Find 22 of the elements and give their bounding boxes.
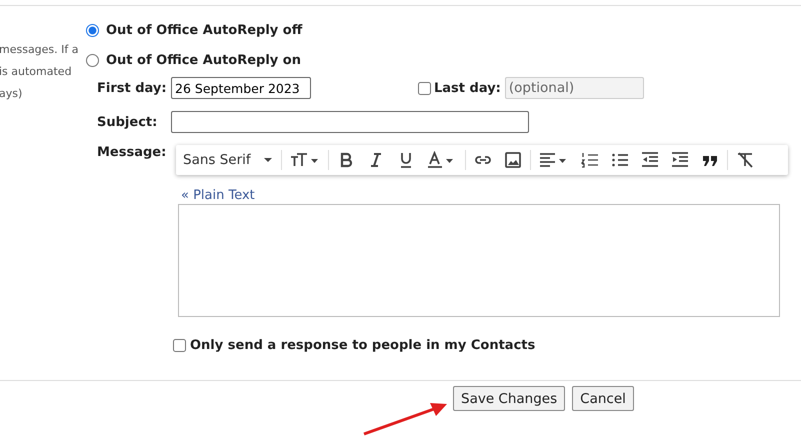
cancel-button[interactable]: Cancel <box>572 386 634 411</box>
radio-button[interactable] <box>86 54 99 66</box>
radio-label: Out of Office AutoReply on <box>106 52 301 68</box>
message-label: Message: <box>97 145 168 160</box>
last-day-checkbox[interactable] <box>418 82 431 94</box>
plain-text-link[interactable]: « Plain Text <box>181 188 255 203</box>
first-day-field[interactable]: 26 September 2023 <box>171 77 311 99</box>
first-day-label: First day: <box>97 80 168 96</box>
save-button[interactable]: Save Changes <box>453 386 566 411</box>
radio-button[interactable] <box>86 24 99 36</box>
subject-field[interactable] <box>171 111 529 133</box>
description-text: ays) <box>0 86 22 102</box>
message-field[interactable] <box>178 204 780 317</box>
description-text: messages. If a <box>0 42 79 58</box>
description-text: is automated <box>0 64 72 80</box>
contacts-checkbox[interactable] <box>173 339 186 352</box>
caret-icon <box>262 157 273 163</box>
contacts-label: Only send a response to people in my Contacts <box>190 338 536 353</box>
font-dropdown[interactable]: Sans Serif <box>182 152 279 168</box>
last-day-label: Last day: <box>434 80 501 96</box>
radio-label: Out of Office AutoReply off <box>106 22 302 38</box>
subject-label: Subject: <box>97 114 158 130</box>
